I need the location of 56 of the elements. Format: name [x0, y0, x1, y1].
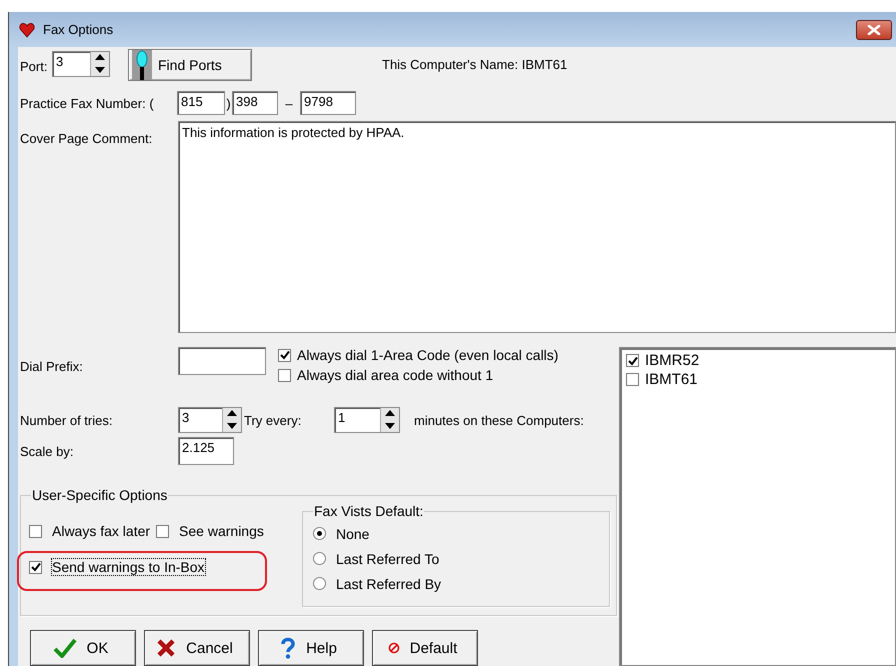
port-spinner[interactable]: 3 [52, 51, 110, 77]
checkbox-label: Always dial 1-Area Code (even local calls) [297, 347, 558, 363]
help-icon [280, 637, 296, 659]
checkbox[interactable] [278, 348, 291, 362]
checkbox-label: Send warnings to In-Box [52, 559, 205, 575]
tries-spinner[interactable]: 3 [178, 407, 242, 433]
checkbox[interactable] [626, 373, 639, 386]
checkbox-label: Always fax later [52, 523, 150, 539]
dial-prefix-label: Dial Prefix: [20, 358, 84, 374]
checkbox[interactable] [278, 368, 291, 382]
comment-field[interactable]: This information is protected by HPAA. [178, 121, 896, 333]
paren-text: ) [225, 96, 232, 110]
checkmark-icon [52, 638, 77, 658]
no-sign-icon [388, 642, 400, 654]
checkbox[interactable] [29, 524, 42, 538]
close-button[interactable] [856, 20, 892, 40]
radio-button[interactable] [313, 577, 326, 590]
radio-button[interactable] [313, 527, 326, 540]
tries-label: Number of tries: [20, 412, 114, 428]
heart-icon [19, 22, 35, 38]
radio-label: Last Referred To [336, 550, 440, 566]
computer-name: IBMR52 [645, 352, 700, 369]
computer-name-text: This Computer's Name: IBMT61 [382, 57, 568, 72]
minutes-label: minutes on these Computers: [414, 412, 584, 428]
dash-text: – [284, 96, 294, 110]
try-every-label: Try every: [244, 412, 302, 428]
radio-button[interactable] [313, 552, 326, 565]
cross-icon [156, 638, 176, 658]
window-title: Fax Options [43, 22, 114, 37]
checkbox-label: Always dial area code without 1 [297, 367, 494, 383]
line-number-field[interactable]: 9798 [300, 91, 356, 115]
checkbox[interactable] [29, 560, 42, 574]
default-button[interactable]: Default [372, 630, 478, 666]
cover-comment-label: Cover Page Comment: [20, 130, 154, 146]
ok-button[interactable]: OK [30, 630, 136, 666]
group-title: Fax Vists Default: [313, 503, 424, 519]
radio-label: Last Referred By [336, 576, 442, 592]
interval-spinner[interactable]: 1 [334, 407, 400, 433]
scale-label: Scale by: [20, 444, 74, 458]
cancel-button[interactable]: Cancel [144, 630, 250, 666]
prefix-field[interactable]: 398 [232, 91, 278, 115]
checkbox[interactable] [156, 524, 170, 538]
help-button[interactable]: Help [258, 630, 364, 666]
dial-prefix-field[interactable] [178, 347, 266, 375]
find-ports-button[interactable]: Find Ports [128, 49, 252, 81]
computer-name: IBMT61 [645, 371, 698, 388]
area-code-field[interactable]: 815 [177, 91, 225, 115]
port-label: Port: [20, 58, 48, 74]
scale-field[interactable]: 2.125 [178, 437, 234, 465]
radio-label: None [336, 526, 370, 542]
fax-number-label: Practice Fax Number: ( [20, 96, 155, 110]
checkbox[interactable] [626, 354, 639, 367]
group-title: User-Specific Options [31, 487, 168, 503]
checkbox-label: See warnings [179, 523, 264, 539]
close-icon [867, 24, 881, 34]
bulb-icon [132, 50, 152, 80]
